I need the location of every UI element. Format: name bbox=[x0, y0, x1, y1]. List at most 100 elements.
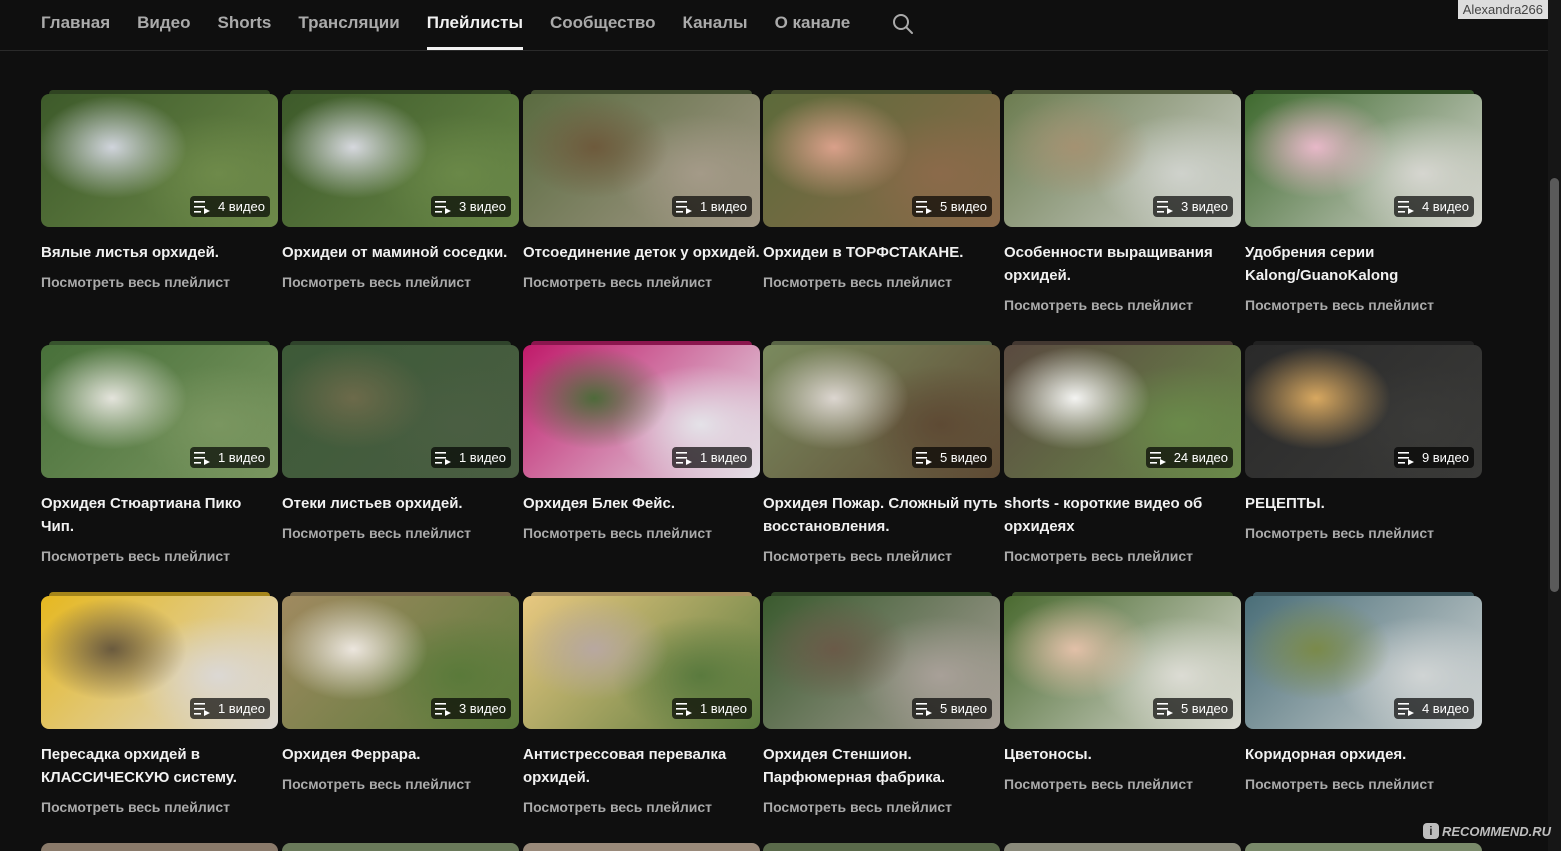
watermark-logo-icon: i bbox=[1422, 823, 1439, 839]
view-full-playlist-link[interactable]: Посмотреть весь плейлист bbox=[1245, 297, 1482, 313]
playlist-icon bbox=[434, 451, 451, 465]
playlist-thumbnail[interactable]: 4 видео bbox=[41, 94, 278, 227]
view-full-playlist-link[interactable]: Посмотреть весь плейлист bbox=[282, 525, 519, 541]
playlist-title[interactable]: Орхидеи от маминой соседки. bbox=[282, 241, 519, 264]
tab-list: Главная Видео Shorts Трансляции Плейлисты Соо… bbox=[41, 0, 877, 50]
view-full-playlist-link[interactable]: Посмотреть весь плейлист bbox=[763, 799, 1000, 815]
playlist-thumbnail[interactable]: 5 видео bbox=[763, 596, 1000, 729]
tab-2[interactable]: Shorts bbox=[218, 0, 272, 50]
video-count-text: 3 видео bbox=[458, 199, 506, 214]
view-full-playlist-link[interactable]: Посмотреть весь плейлист bbox=[282, 274, 519, 290]
playlist-thumbnail[interactable]: 4 видео bbox=[1245, 596, 1482, 729]
video-count-text: 1 видео bbox=[217, 450, 265, 465]
playlist-title[interactable]: Особенности выращивания орхидей. bbox=[1004, 241, 1241, 287]
tab-3[interactable]: Трансляции bbox=[298, 0, 399, 50]
playlist-title[interactable]: Пересадка орхидей в КЛАССИЧЕСКУЮ систему… bbox=[41, 743, 278, 789]
playlist-thumbnail-peek[interactable] bbox=[282, 843, 519, 851]
video-count-badge: 1 видео bbox=[671, 447, 752, 468]
playlist-thumbnail[interactable]: 1 видео bbox=[41, 596, 278, 729]
view-full-playlist-link[interactable]: Посмотреть весь плейлист bbox=[1004, 548, 1241, 564]
playlist-title[interactable]: Антистрессовая перевалка орхидей. bbox=[523, 743, 760, 789]
playlist-icon bbox=[915, 451, 932, 465]
page-scrollbar[interactable] bbox=[1548, 0, 1561, 851]
video-count-badge: 5 видео bbox=[911, 196, 992, 217]
playlist-title[interactable]: Орхидея Пожар. Сложный путь восстановлен… bbox=[763, 492, 1000, 538]
playlist-thumbnail[interactable]: 4 видео bbox=[1245, 94, 1482, 227]
username-label: Alexandra266 bbox=[1457, 0, 1548, 19]
video-count-badge: 1 видео bbox=[671, 698, 752, 719]
view-full-playlist-link[interactable]: Посмотреть весь плейлист bbox=[1245, 776, 1482, 792]
tab-0[interactable]: Главная bbox=[41, 0, 110, 50]
playlist-title[interactable]: Орхидея Блек Фейс. bbox=[523, 492, 760, 515]
playlist-thumbnail[interactable]: 3 видео bbox=[282, 596, 519, 729]
scrollbar-thumb[interactable] bbox=[1550, 178, 1559, 592]
video-count-text: 1 видео bbox=[699, 450, 747, 465]
tab-1[interactable]: Видео bbox=[137, 0, 190, 50]
video-count-text: 1 видео bbox=[458, 450, 506, 465]
view-full-playlist-link[interactable]: Посмотреть весь плейлист bbox=[1245, 525, 1482, 541]
video-count-badge: 1 видео bbox=[189, 447, 270, 468]
video-count-text: 24 видео bbox=[1173, 450, 1228, 465]
playlist-thumbnail-peek[interactable] bbox=[1004, 843, 1241, 851]
tab-5[interactable]: Сообщество bbox=[550, 0, 656, 50]
playlist-thumbnail[interactable]: 1 видео bbox=[523, 596, 760, 729]
playlist-title[interactable]: Вялые листья орхидей. bbox=[41, 241, 278, 264]
playlist-thumbnail[interactable]: 1 видео bbox=[523, 345, 760, 478]
view-full-playlist-link[interactable]: Посмотреть весь плейлист bbox=[282, 776, 519, 792]
video-count-badge: 24 видео bbox=[1145, 447, 1233, 468]
view-full-playlist-link[interactable]: Посмотреть весь плейлист bbox=[523, 799, 760, 815]
view-full-playlist-link[interactable]: Посмотреть весь плейлист bbox=[1004, 776, 1241, 792]
playlist-thumbnail[interactable]: 3 видео bbox=[282, 94, 519, 227]
video-count-badge: 5 видео bbox=[911, 698, 992, 719]
view-full-playlist-link[interactable]: Посмотреть весь плейлист bbox=[763, 548, 1000, 564]
playlist-icon bbox=[1397, 702, 1414, 716]
video-count-badge: 9 видео bbox=[1393, 447, 1474, 468]
playlist-thumbnail[interactable]: 1 видео bbox=[523, 94, 760, 227]
playlist-title[interactable]: Коридорная орхидея. bbox=[1245, 743, 1482, 766]
view-full-playlist-link[interactable]: Посмотреть весь плейлист bbox=[1004, 297, 1241, 313]
playlist-thumbnail[interactable]: 1 видео bbox=[41, 345, 278, 478]
playlist-title[interactable]: Орхидея Феррара. bbox=[282, 743, 519, 766]
video-count-badge: 4 видео bbox=[1393, 698, 1474, 719]
playlist-title[interactable]: Цветоносы. bbox=[1004, 743, 1241, 766]
video-count-badge: 1 видео bbox=[671, 196, 752, 217]
playlist-thumbnail-peek[interactable] bbox=[41, 843, 278, 851]
playlist-title[interactable]: Орхидея Стюартиана Пико Чип. bbox=[41, 492, 278, 538]
playlist-title[interactable]: Орхидея Стеншион. Парфюмерная фабрика. bbox=[763, 743, 1000, 789]
playlist-title[interactable]: Отеки листьев орхидей. bbox=[282, 492, 519, 515]
playlist-thumbnail-peek[interactable] bbox=[763, 843, 1000, 851]
playlist-thumbnail[interactable]: 3 видео bbox=[1004, 94, 1241, 227]
playlist-icon bbox=[193, 200, 210, 214]
view-full-playlist-link[interactable]: Посмотреть весь плейлист bbox=[523, 525, 760, 541]
tab-6[interactable]: Каналы bbox=[682, 0, 747, 50]
tab-7[interactable]: О канале bbox=[775, 0, 851, 50]
playlist-icon bbox=[915, 200, 932, 214]
view-full-playlist-link[interactable]: Посмотреть весь плейлист bbox=[523, 274, 760, 290]
playlist-thumbnail-peek[interactable] bbox=[523, 843, 760, 851]
view-full-playlist-link[interactable]: Посмотреть весь плейлист bbox=[763, 274, 1000, 290]
playlist-thumbnail[interactable]: 1 видео bbox=[282, 345, 519, 478]
search-icon[interactable] bbox=[891, 12, 915, 36]
playlist-thumbnail[interactable]: 5 видео bbox=[1004, 596, 1241, 729]
playlist-thumbnail[interactable]: 5 видео bbox=[763, 94, 1000, 227]
playlist-icon bbox=[1156, 702, 1173, 716]
video-count-badge: 3 видео bbox=[430, 698, 511, 719]
playlist-title[interactable]: Отсоединение деток у орхидей. bbox=[523, 241, 760, 264]
playlist-icon bbox=[193, 451, 210, 465]
video-count-text: 3 видео bbox=[1180, 199, 1228, 214]
view-full-playlist-link[interactable]: Посмотреть весь плейлист bbox=[41, 799, 278, 815]
playlist-thumbnail[interactable]: 24 видео bbox=[1004, 345, 1241, 478]
playlist-thumbnail[interactable]: 5 видео bbox=[763, 345, 1000, 478]
tab-4[interactable]: Плейлисты bbox=[426, 0, 524, 50]
playlist-icon bbox=[434, 200, 451, 214]
playlist-thumbnail-peek[interactable] bbox=[1245, 843, 1482, 851]
playlist-title[interactable]: РЕЦЕПТЫ. bbox=[1245, 492, 1482, 515]
view-full-playlist-link[interactable]: Посмотреть весь плейлист bbox=[41, 274, 278, 290]
video-count-badge: 3 видео bbox=[430, 196, 511, 217]
view-full-playlist-link[interactable]: Посмотреть весь плейлист bbox=[41, 548, 278, 564]
playlist-title[interactable]: Удобрения серии Kalong/GuanoKalong bbox=[1245, 241, 1482, 287]
playlist-title[interactable]: shorts - короткие видео об орхидеях bbox=[1004, 492, 1241, 538]
video-count-text: 5 видео bbox=[939, 701, 987, 716]
playlist-thumbnail[interactable]: 9 видео bbox=[1245, 345, 1482, 478]
playlist-title[interactable]: Орхидеи в ТОРФСТАКАНЕ. bbox=[763, 241, 1000, 264]
